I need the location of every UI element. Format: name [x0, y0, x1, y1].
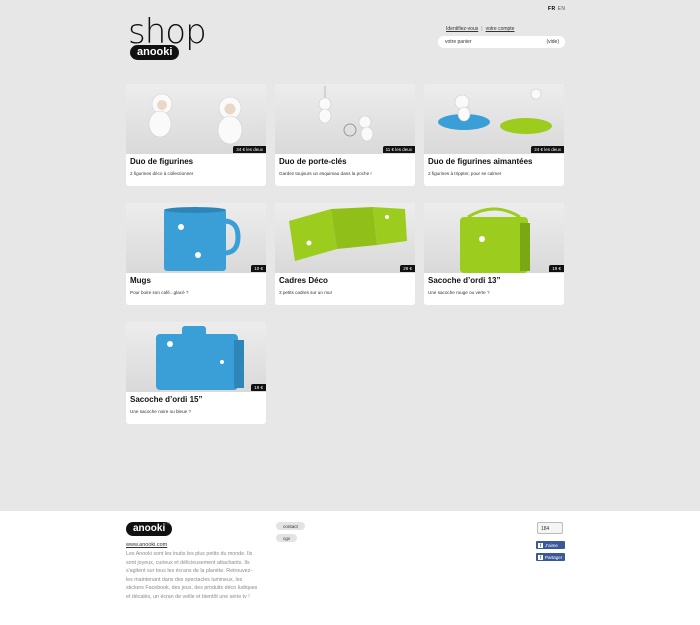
- product-photo: [126, 84, 266, 154]
- lang-other[interactable]: EN: [558, 6, 566, 12]
- mug-image: [164, 207, 241, 271]
- price-badge: 29 €: [400, 265, 415, 272]
- magnet-figurines-image: [438, 88, 552, 134]
- product-desc: 2 figurines déco à collectionner: [130, 171, 194, 176]
- footer-url-link[interactable]: www.anooki.com: [126, 542, 167, 548]
- language-switcher[interactable]: FR EN: [548, 6, 566, 12]
- product-card[interactable]: 34 € les deux Duo de figurines 2 figurin…: [126, 84, 266, 186]
- price-badge: 10 €: [251, 265, 266, 272]
- product-photo: [275, 84, 415, 154]
- account-link[interactable]: votre compte: [486, 26, 515, 32]
- trademark-mark: TM: [164, 521, 170, 526]
- product-title[interactable]: Sacoche d’ordi 15”: [130, 395, 202, 404]
- product-card[interactable]: 19 € Sacoche d’ordi 13” Une sacoche roug…: [424, 203, 564, 305]
- footer: anooki TM www.anooki.com Les Anooki sont…: [0, 511, 700, 625]
- product-card[interactable]: 29 € Cadres Déco 3 petits cadres sur un …: [275, 203, 415, 305]
- figurines-image: [148, 93, 243, 145]
- cart-state: (vide): [546, 39, 559, 45]
- product-title[interactable]: Duo de figurines: [130, 157, 193, 166]
- product-card[interactable]: 19 € Sacoche d’ordi 15” Une sacoche noir…: [126, 322, 266, 424]
- facebook-icon: f: [538, 554, 543, 560]
- cgv-link[interactable]: cgv: [276, 534, 298, 542]
- like-count: 184: [541, 525, 550, 532]
- product-title[interactable]: Cadres Déco: [279, 276, 328, 285]
- product-photo: [126, 203, 266, 273]
- contact-link[interactable]: contact: [276, 522, 305, 530]
- price-badge: 24 € les deux: [531, 146, 564, 153]
- product-card[interactable]: 10 € Mugs Pour boire son café...glacé ?: [126, 203, 266, 305]
- product-card[interactable]: 11 € les deux Duo de porte-clés Gardez t…: [275, 84, 415, 186]
- lang-current[interactable]: FR: [548, 6, 556, 12]
- product-desc: Une sacoche noire ou bleue ?: [130, 409, 192, 414]
- product-title[interactable]: Duo de figurines aimantées: [428, 157, 532, 166]
- product-desc: Une sacoche rouge ou verte ?: [428, 290, 490, 295]
- product-title[interactable]: Sacoche d’ordi 13”: [428, 276, 500, 285]
- facebook-icon: f: [538, 542, 543, 548]
- frames-image: [289, 207, 407, 261]
- header: shop anooki Identifiez-vous | votre compte…: [126, 12, 566, 74]
- product-desc: Gardez toujours un esquimau dans la poch…: [279, 171, 372, 176]
- product-photo: [126, 322, 266, 392]
- keychain-image: [318, 86, 374, 142]
- product-photo: [275, 203, 415, 273]
- account-links: Identifiez-vous | votre compte: [446, 26, 514, 32]
- product-photo: [424, 84, 564, 154]
- cart-widget[interactable]: votre panier (vide): [438, 36, 565, 48]
- laptop-bag-green-image: [460, 207, 530, 273]
- product-title[interactable]: Duo de porte-clés: [279, 157, 347, 166]
- price-badge: 34 € les deux: [233, 146, 266, 153]
- product-card[interactable]: 24 € les deux Duo de figurines aimantées…: [424, 84, 564, 186]
- product-desc: 3 petits cadres sur un mur: [279, 290, 333, 295]
- login-link[interactable]: Identifiez-vous: [446, 26, 478, 32]
- cart-label: votre panier: [445, 39, 472, 45]
- facebook-like-button[interactable]: f J'aime: [536, 541, 565, 549]
- brand-logo[interactable]: anooki: [130, 45, 180, 60]
- link-separator: |: [481, 26, 483, 32]
- like-counter[interactable]: 184: [537, 522, 563, 534]
- price-badge: 19 €: [549, 265, 564, 272]
- product-desc: 2 figurines à trippter, pour se calmer: [428, 171, 502, 176]
- product-desc: Pour boire son café...glacé ?: [130, 290, 189, 295]
- price-badge: 11 € les deux: [382, 146, 415, 153]
- facebook-share-button[interactable]: f Partager: [536, 553, 565, 561]
- laptop-bag-blue-image: [156, 326, 244, 390]
- price-badge: 19 €: [251, 384, 266, 391]
- product-title[interactable]: Mugs: [130, 276, 151, 285]
- product-photo: [424, 203, 564, 273]
- footer-description: Les Anooki sont les inuits les plus peti…: [126, 551, 258, 600]
